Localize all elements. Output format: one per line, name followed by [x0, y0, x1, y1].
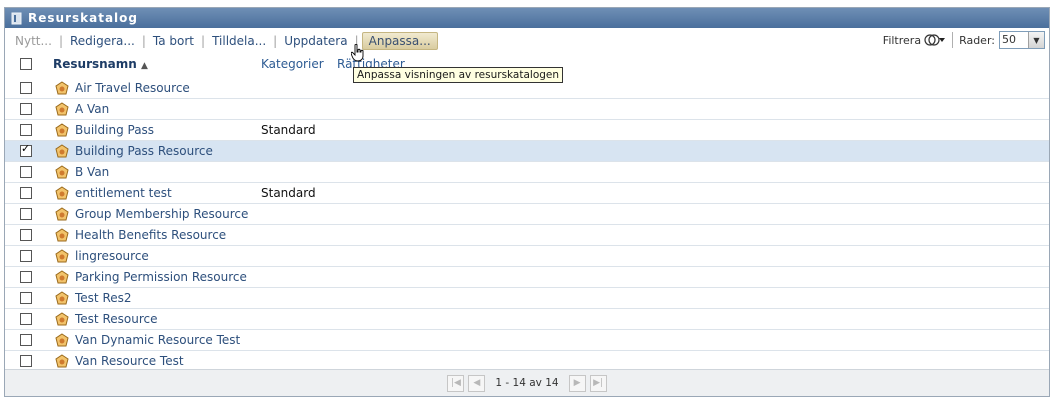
resource-icon	[55, 102, 69, 119]
pagination-bar: |◀ ◀ 1 - 14 av 14 ▶ ▶|	[5, 369, 1049, 396]
customize-tooltip: Anpassa visningen av resurskatalogen	[353, 67, 564, 83]
resource-icon	[55, 186, 69, 203]
filter-label: Filtrera	[882, 33, 922, 47]
table-row[interactable]: Test Resource	[5, 309, 1049, 330]
resource-icon	[55, 270, 69, 287]
resource-name-link[interactable]: Van Dynamic Resource Test	[75, 333, 240, 347]
rows-select[interactable]: 50 ▼	[999, 31, 1045, 49]
divider: |	[58, 33, 63, 48]
row-checkbox[interactable]	[20, 313, 32, 325]
first-page-icon[interactable]: |◀	[447, 374, 465, 392]
table-row[interactable]: B Van	[5, 162, 1049, 183]
page-title: Resurskatalog	[28, 11, 138, 25]
resource-name-link[interactable]: Parking Permission Resource	[75, 270, 247, 284]
row-checkbox[interactable]	[20, 250, 32, 262]
row-checkbox[interactable]	[20, 187, 32, 199]
resource-name-link[interactable]: entitlement test	[75, 186, 172, 200]
resource-icon	[55, 249, 69, 266]
edit-button[interactable]: Redigera...	[66, 34, 139, 48]
table-row[interactable]: Parking Permission Resource	[5, 267, 1049, 288]
resource-icon	[55, 144, 69, 161]
hand-cursor-icon	[350, 43, 365, 65]
divider: |	[141, 33, 146, 48]
column-header-name-label: Resursnamn	[53, 57, 137, 71]
row-checkbox[interactable]	[20, 103, 32, 115]
page-range-text: 1 - 14 av 14	[495, 377, 559, 389]
row-checkbox[interactable]	[20, 208, 32, 220]
resource-name-link[interactable]: Air Travel Resource	[75, 81, 190, 95]
resource-icon	[55, 312, 69, 329]
row-checkbox[interactable]	[20, 229, 32, 241]
resource-category: Standard	[261, 123, 316, 137]
new-button[interactable]: Nytt...	[11, 34, 56, 48]
column-header-category[interactable]: Kategorier	[261, 57, 324, 71]
resource-icon	[55, 228, 69, 245]
resource-name-link[interactable]: lingresource	[75, 249, 149, 263]
catalog-icon	[11, 12, 22, 25]
delete-button[interactable]: Ta bort	[149, 34, 198, 48]
table-row[interactable]: Test Res2	[5, 288, 1049, 309]
resource-icon	[55, 207, 69, 224]
table-row[interactable]: entitlement test Standard	[5, 183, 1049, 204]
row-checkbox[interactable]	[20, 271, 32, 283]
table-row[interactable]: Building Pass Standard	[5, 120, 1049, 141]
select-all-checkbox[interactable]	[20, 58, 32, 73]
resource-icon	[55, 123, 69, 140]
resource-catalog-panel: Resurskatalog Nytt... | Redigera... | Ta…	[4, 7, 1050, 397]
toolbar: Nytt... | Redigera... | Ta bort | Tillde…	[5, 28, 1049, 53]
row-checkbox[interactable]	[20, 355, 32, 367]
resource-name-link[interactable]: Van Resource Test	[75, 354, 184, 368]
assign-button[interactable]: Tilldela...	[208, 34, 270, 48]
table-row[interactable]: Van Resource Test	[5, 351, 1049, 371]
resource-icon	[55, 333, 69, 350]
previous-page-icon[interactable]: ◀	[468, 374, 486, 392]
row-checkbox[interactable]	[20, 292, 32, 304]
resource-name-link[interactable]: Group Membership Resource	[75, 207, 248, 221]
resource-name-link[interactable]: Test Res2	[75, 291, 132, 305]
chevron-down-icon[interactable]: ▼	[1028, 32, 1044, 48]
rows-select-value: 50	[1002, 33, 1016, 46]
table-row-selected[interactable]: Building Pass Resource	[5, 141, 1049, 162]
resource-name-link[interactable]: Test Resource	[75, 312, 157, 326]
resource-name-link[interactable]: Building Pass Resource	[75, 144, 213, 158]
row-checkbox[interactable]	[20, 124, 32, 136]
resource-name-link[interactable]: Building Pass	[75, 123, 154, 137]
row-checkbox[interactable]	[20, 82, 32, 94]
resource-category: Standard	[261, 186, 316, 200]
row-checkbox[interactable]	[20, 334, 32, 346]
refresh-button[interactable]: Uppdatera	[280, 34, 351, 48]
customize-button[interactable]: Anpassa...	[361, 31, 438, 50]
resource-icon	[55, 165, 69, 182]
toolbar-right: Filtrera Rader: 50 ▼	[883, 31, 1045, 49]
checkbox-box[interactable]	[20, 58, 32, 70]
resource-name-link[interactable]: B Van	[75, 165, 109, 179]
table-row[interactable]: Group Membership Resource	[5, 204, 1049, 225]
resource-icon	[55, 81, 69, 98]
column-header-name[interactable]: Resursnamn ▲	[53, 57, 148, 71]
row-checkbox-checked[interactable]	[20, 142, 32, 157]
resource-icon	[55, 291, 69, 308]
rows-label: Rader:	[959, 33, 995, 47]
table-row[interactable]: lingresource	[5, 246, 1049, 267]
last-page-icon[interactable]: ▶|	[589, 374, 607, 392]
divider: |	[273, 33, 278, 48]
sort-ascending-icon[interactable]: ▲	[141, 61, 148, 71]
table-row[interactable]: A Van	[5, 99, 1049, 120]
row-checkbox[interactable]	[20, 166, 32, 178]
table-row[interactable]: Health Benefits Resource	[5, 225, 1049, 246]
table-row[interactable]: Van Dynamic Resource Test	[5, 330, 1049, 351]
next-page-icon[interactable]: ▶	[568, 374, 586, 392]
divider	[952, 32, 954, 48]
resource-name-link[interactable]: A Van	[75, 102, 109, 116]
filter-icon[interactable]	[924, 33, 946, 47]
title-bar: Resurskatalog	[5, 8, 1049, 28]
resource-name-link[interactable]: Health Benefits Resource	[75, 228, 226, 242]
table-body: Air Travel Resource A Van Building Pass …	[5, 78, 1049, 371]
divider: |	[201, 33, 206, 48]
